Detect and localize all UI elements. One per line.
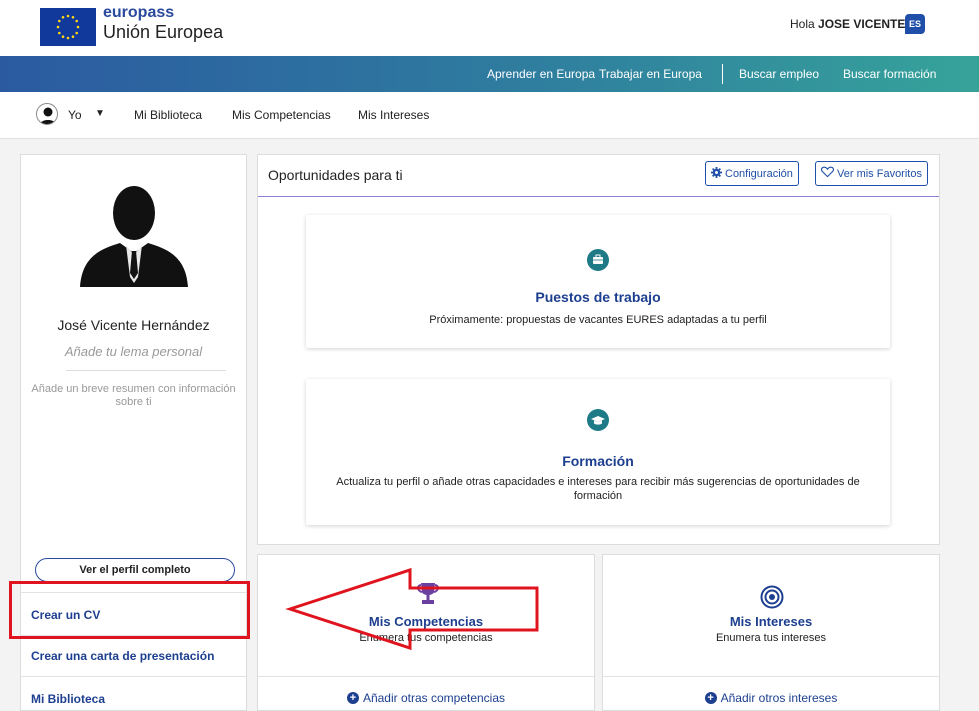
target-icon <box>760 585 784 612</box>
heart-icon <box>821 166 834 181</box>
profile-divider <box>66 370 226 371</box>
profile-summary[interactable]: Añade un breve resumen con información s… <box>21 383 246 409</box>
title-underline <box>258 196 939 197</box>
profile-photo[interactable] <box>76 185 192 290</box>
briefcase-icon <box>587 249 609 271</box>
add-interests-label: Añadir otros intereses <box>720 691 838 705</box>
card-divider <box>258 676 594 677</box>
opportunities-title: Oportunidades para ti <box>268 167 403 183</box>
subnav-my-skills[interactable]: Mis Competencias <box>232 108 331 122</box>
user-menu-label[interactable]: Yo <box>68 108 82 122</box>
eu-flag-logo[interactable] <box>40 8 96 46</box>
interests-subtitle: Enumera tus intereses <box>715 632 827 644</box>
profile-motto[interactable]: Añade tu lema personal <box>21 344 246 359</box>
view-favorites-button[interactable]: Ver mis Favoritos <box>815 161 928 186</box>
training-card[interactable]: Formación Actualiza tu perfil o añade ot… <box>306 379 890 525</box>
brand-name[interactable]: europass <box>103 4 174 22</box>
profile-name: José Vicente Hernández <box>57 317 210 333</box>
top-header: europass Unión Europea Hola JOSE VICENTE… <box>0 0 979 56</box>
nav-work-in-europe[interactable]: Trabajar en Europa <box>599 67 702 81</box>
user-name: JOSE VICENTE <box>818 17 906 31</box>
nav-learn-in-europe[interactable]: Aprender en Europa <box>487 67 595 81</box>
nav-find-job[interactable]: Buscar empleo <box>739 67 819 81</box>
plus-circle-icon: + <box>346 692 359 704</box>
add-skills-button[interactable]: + Añadir otras competencias <box>258 691 594 705</box>
jobs-card[interactable]: Puestos de trabajo Próximamente: propues… <box>306 215 890 348</box>
main-nav: Aprender en Europa Trabajar en Europa Bu… <box>0 56 979 92</box>
subnav-my-interests[interactable]: Mis Intereses <box>358 108 429 122</box>
add-skills-label: Añadir otras competencias <box>362 691 506 705</box>
jobs-text: Próximamente: propuestas de vacantes EUR… <box>429 314 767 326</box>
opportunities-panel: Oportunidades para ti Configuración Ver … <box>257 154 940 545</box>
interests-card: Mis Intereses Enumera tus intereses + Añ… <box>602 554 940 711</box>
interests-title: Mis Intereses <box>729 614 813 629</box>
annotation-highlight-box <box>9 581 250 639</box>
skills-title: Mis Competencias <box>368 614 484 629</box>
chevron-down-icon[interactable]: ▼ <box>95 108 105 119</box>
gear-icon <box>711 166 722 181</box>
training-title: Formación <box>562 453 634 469</box>
add-interests-button[interactable]: + Añadir otros intereses <box>603 691 939 705</box>
nav-find-training[interactable]: Buscar formación <box>843 67 936 81</box>
language-selector[interactable]: ES <box>905 14 925 34</box>
jobs-title: Puestos de trabajo <box>535 289 661 305</box>
skills-card: Mis Competencias Enumera tus competencia… <box>257 554 595 711</box>
graduation-cap-icon <box>587 409 609 431</box>
my-library-link[interactable]: Mi Biblioteca <box>31 692 105 706</box>
card-divider <box>603 676 939 677</box>
view-full-profile-button[interactable]: Ver el perfil completo <box>35 558 235 582</box>
skills-subtitle: Enumera tus competencias <box>359 632 493 644</box>
subnav-my-library[interactable]: Mi Biblioteca <box>134 108 202 122</box>
favorites-label: Ver mis Favoritos <box>837 167 922 180</box>
plus-circle-icon: + <box>704 692 717 704</box>
training-text: Actualiza tu perfil o añade otras capaci… <box>336 476 860 502</box>
user-avatar[interactable] <box>36 103 58 125</box>
user-greeting[interactable]: Hola JOSE VICENTE <box>790 17 905 31</box>
settings-button[interactable]: Configuración <box>705 161 799 186</box>
settings-label: Configuración <box>725 167 793 180</box>
trophy-icon <box>416 581 440 610</box>
create-cover-letter-link[interactable]: Crear una carta de presentación <box>31 649 214 663</box>
menu-divider <box>21 676 246 677</box>
sub-nav: Yo ▼ Mi Biblioteca Mis Competencias Mis … <box>0 92 979 139</box>
greeting-prefix: Hola <box>790 17 815 31</box>
brand-subtitle: Unión Europea <box>103 22 224 42</box>
nav-separator <box>722 64 723 84</box>
